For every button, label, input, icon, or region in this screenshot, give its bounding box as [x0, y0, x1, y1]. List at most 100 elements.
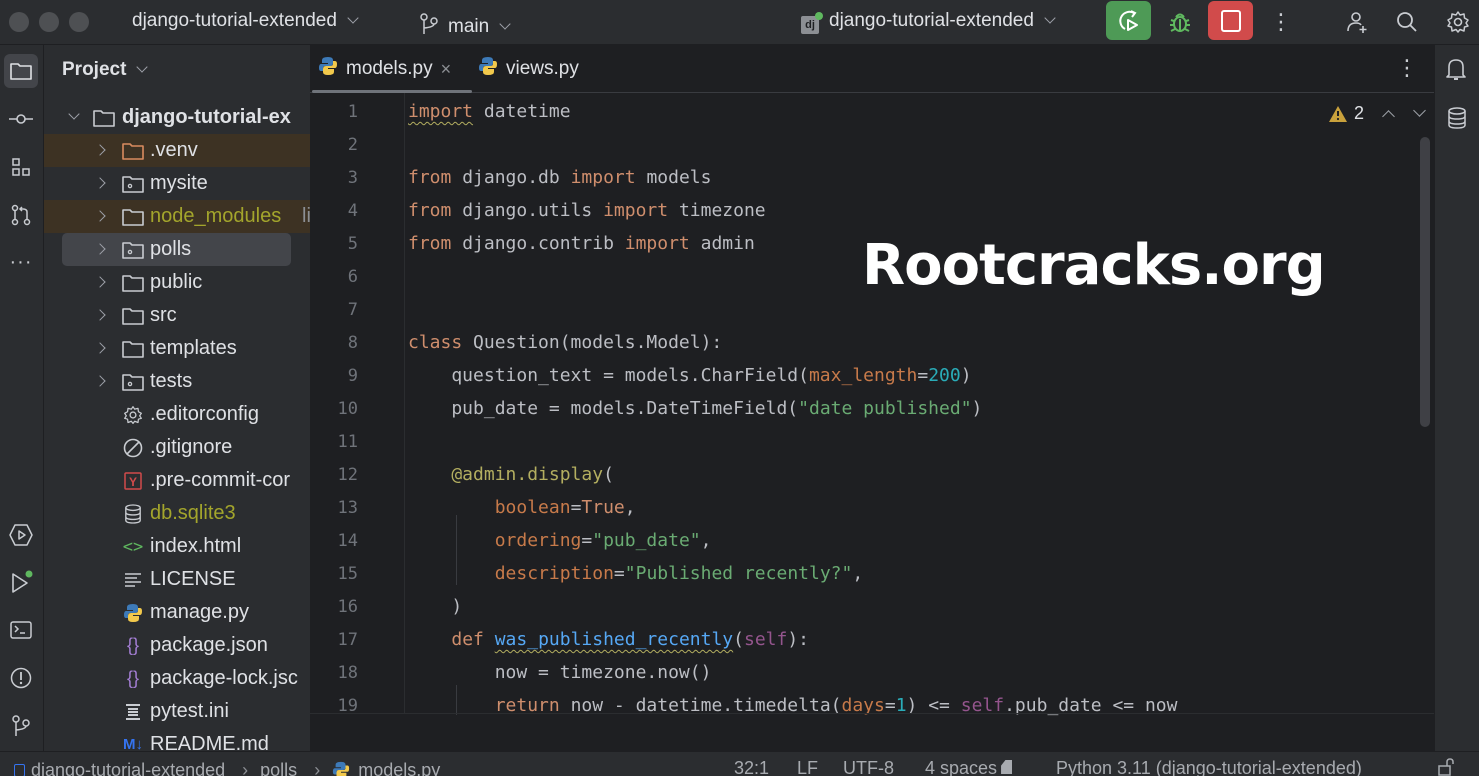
breadcrumb-file[interactable]: models.py — [358, 760, 440, 776]
chevron-right-icon: › — [314, 760, 321, 776]
code-line[interactable]: 19 return now - datetime.timedelta(days=… — [310, 689, 1410, 722]
line-number: 17 — [337, 629, 358, 650]
branch-switcher[interactable]: main — [420, 10, 511, 38]
chevron-right-icon[interactable] — [94, 144, 106, 156]
project-switcher[interactable]: django-tutorial-extended — [132, 10, 359, 32]
code-line[interactable]: 9 question_text = models.CharField(max_l… — [310, 359, 1410, 392]
tree-item[interactable]: templates — [44, 332, 310, 365]
tree-item[interactable]: Y .pre-commit-cor — [44, 464, 310, 497]
structure-tool-button[interactable] — [4, 150, 38, 184]
tab-models-py[interactable]: models.py × — [318, 45, 451, 93]
file-lock-button[interactable] — [1438, 758, 1454, 776]
code-line[interactable]: 4 from django.utils import timezone — [310, 194, 1410, 227]
line-number: 6 — [347, 266, 358, 287]
chevron-right-icon[interactable] — [94, 342, 106, 354]
breadcrumb-project[interactable]: django-tutorial-extended — [31, 760, 225, 776]
tree-item[interactable]: LICENSE — [44, 563, 310, 596]
tree-item[interactable]: mysite — [44, 167, 310, 200]
git-tool-button[interactable] — [4, 709, 38, 743]
window-close-button[interactable] — [9, 12, 29, 32]
window-zoom-button[interactable] — [69, 12, 89, 32]
code-with-me-button[interactable] — [1343, 8, 1371, 36]
inspections-widget[interactable]: 2 — [1328, 103, 1426, 124]
chevron-right-icon[interactable] — [94, 243, 106, 255]
database-button[interactable] — [1447, 107, 1467, 134]
more-actions-button[interactable]: ⋮ — [1267, 8, 1295, 36]
tree-item[interactable]: .editorconfig — [44, 398, 310, 431]
services-tool-button[interactable] — [4, 518, 38, 552]
tree-item[interactable]: .venv — [44, 134, 310, 167]
debug-button[interactable] — [1166, 8, 1194, 36]
code-line[interactable]: 10 pub_date = models.DateTimeField("date… — [310, 392, 1410, 425]
code-line[interactable]: 16 ) — [310, 590, 1410, 623]
code-line[interactable]: 13 boolean=True, — [310, 491, 1410, 524]
run-configuration-selector[interactable]: dj django-tutorial-extended — [801, 10, 1056, 34]
code-line[interactable]: 17 def was_published_recently(self): — [310, 623, 1410, 656]
title-bar: django-tutorial-extended main dj django-t… — [0, 0, 1479, 45]
code-token: , — [852, 563, 864, 584]
tree-item[interactable]: .gitignore — [44, 431, 310, 464]
stop-button[interactable] — [1208, 1, 1253, 40]
code-line[interactable]: 14 ordering="pub_date", — [310, 524, 1410, 557]
tree-item[interactable]: {} package-lock.jsc — [44, 662, 310, 695]
vertical-scrollbar[interactable] — [1420, 137, 1430, 427]
code-line[interactable]: 3 from django.db import models — [310, 161, 1410, 194]
tab-options-button[interactable]: ⋮ — [1396, 55, 1418, 81]
close-icon[interactable]: × — [441, 59, 452, 80]
package-folder-icon — [122, 173, 144, 195]
chevron-right-icon[interactable] — [94, 276, 106, 288]
tree-item[interactable]: public — [44, 266, 310, 299]
project-tool-button[interactable] — [4, 54, 38, 88]
chevron-right-icon: › — [242, 760, 249, 776]
pull-requests-tool-button[interactable] — [4, 198, 38, 232]
tree-item[interactable]: tests — [44, 365, 310, 398]
code-line[interactable]: 11 — [310, 425, 1410, 458]
tree-item[interactable]: node_modules li — [44, 200, 310, 233]
tree-item[interactable]: M↓ README.md — [44, 728, 310, 751]
next-highlight-icon[interactable] — [1413, 104, 1426, 117]
previous-highlight-icon[interactable] — [1382, 110, 1395, 123]
notifications-button[interactable] — [1445, 57, 1467, 86]
tree-item[interactable]: src — [44, 299, 310, 332]
code-token: pub_date = models.DateTimeField( — [408, 398, 799, 419]
tree-item[interactable]: <> index.html — [44, 530, 310, 563]
chevron-right-icon[interactable] — [94, 210, 106, 222]
chevron-down-icon[interactable] — [68, 108, 80, 120]
settings-button[interactable] — [1444, 8, 1472, 36]
rerun-button[interactable] — [1106, 1, 1151, 40]
indent-settings[interactable]: 4 spaces — [925, 758, 1013, 776]
tree-root[interactable]: django-tutorial-ex — [44, 101, 310, 134]
code-line[interactable]: 15 description="Published recently?", — [310, 557, 1410, 590]
tree-item[interactable]: pytest.ini — [44, 695, 310, 728]
code-line[interactable]: 12 @admin.display( — [310, 458, 1410, 491]
code-line[interactable]: 8 class Question(models.Model): — [310, 326, 1410, 359]
python-interpreter[interactable]: Python 3.11 (django-tutorial-extended) — [1056, 758, 1362, 776]
problems-tool-button[interactable] — [4, 661, 38, 695]
chevron-right-icon[interactable] — [94, 177, 106, 189]
terminal-tool-button[interactable] — [4, 613, 38, 647]
code-token: @admin.display — [408, 464, 604, 485]
commit-tool-button[interactable] — [4, 102, 38, 136]
caret-position[interactable]: 32:1 — [734, 758, 769, 776]
chevron-right-icon[interactable] — [94, 309, 106, 321]
code-token: models — [635, 167, 712, 188]
more-tool-windows-button[interactable]: ··· — [4, 245, 38, 279]
code-line[interactable]: 1 import datetime — [310, 95, 1410, 128]
line-separator[interactable]: LF — [797, 758, 818, 776]
tree-item[interactable]: {} package.json — [44, 629, 310, 662]
tab-views-py[interactable]: views.py — [478, 45, 579, 93]
chevron-right-icon[interactable] — [94, 375, 106, 387]
search-button[interactable] — [1393, 8, 1421, 36]
breadcrumb-polls[interactable]: polls — [260, 760, 297, 776]
code-token: def — [451, 629, 484, 650]
run-tool-button[interactable] — [4, 565, 38, 599]
line-number: 10 — [337, 398, 358, 419]
tree-item[interactable]: manage.py — [44, 596, 310, 629]
tree-item[interactable]: polls — [44, 233, 310, 266]
window-minimize-button[interactable] — [39, 12, 59, 32]
file-encoding[interactable]: UTF-8 — [843, 758, 894, 776]
code-line[interactable]: 2 — [310, 128, 1410, 161]
project-view-selector[interactable]: Project — [62, 59, 149, 81]
tree-item[interactable]: db.sqlite3 — [44, 497, 310, 530]
code-line[interactable]: 18 now = timezone.now() — [310, 656, 1410, 689]
